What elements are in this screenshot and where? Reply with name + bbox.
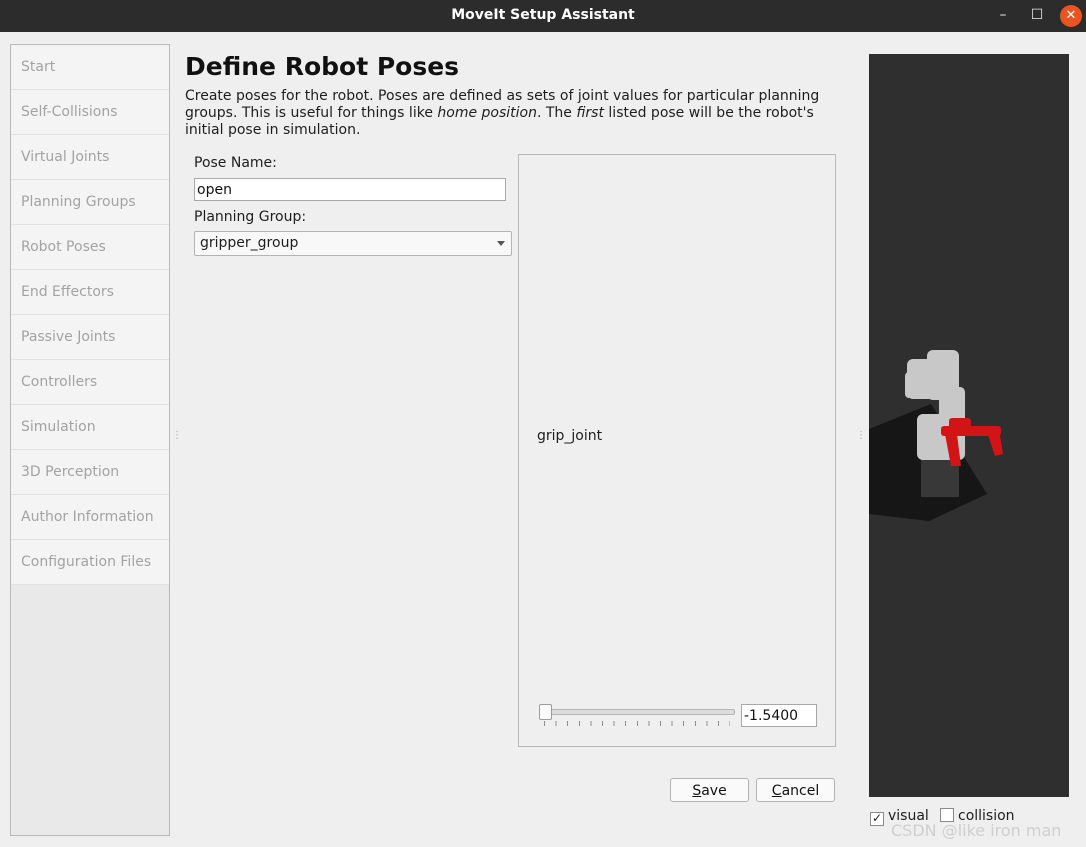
description-emphasis-first: first	[576, 105, 604, 121]
sidebar-item-passive-joints[interactable]: Passive Joints	[11, 315, 169, 360]
chevron-down-icon	[497, 241, 505, 246]
joint-sliders-panel: grip_joint	[518, 154, 836, 747]
joint-slider[interactable]	[539, 703, 735, 727]
slider-groove	[539, 709, 735, 715]
sidebar-item-configuration-files[interactable]: Configuration Files	[11, 540, 169, 585]
cancel-button-label: ancel	[781, 783, 820, 799]
sidebar-item-robot-poses[interactable]: Robot Poses	[11, 225, 169, 270]
watermark-text: CSDN @like iron man	[891, 821, 1062, 840]
sidebar-item-virtual-joints[interactable]: Virtual Joints	[11, 135, 169, 180]
save-button[interactable]: Save	[670, 778, 749, 802]
joint-name-label: grip_joint	[537, 428, 603, 444]
cancel-button-mnemonic: C	[771, 783, 782, 799]
planning-group-select[interactable]: gripper_group	[194, 231, 512, 256]
sidebar-item-planning-groups[interactable]: Planning Groups	[11, 180, 169, 225]
window-title: MoveIt Setup Assistant	[451, 7, 635, 23]
pose-name-input[interactable]	[194, 178, 506, 201]
sidebar-item-author-information[interactable]: Author Information	[11, 495, 169, 540]
right-splitter-handle[interactable]: ⋮	[856, 431, 866, 448]
checkbox-icon[interactable]: ✓	[870, 812, 884, 826]
checkbox-icon[interactable]	[940, 808, 954, 822]
page-description: Create poses for the robot. Poses are de…	[185, 88, 835, 139]
pose-name-label: Pose Name:	[194, 155, 277, 171]
slider-handle[interactable]	[539, 704, 552, 720]
planning-group-value: gripper_group	[200, 235, 299, 251]
description-emphasis-home: home position	[437, 105, 537, 121]
sidebar-nav: Start Self-Collisions Virtual Joints Pla…	[10, 44, 170, 836]
minimize-icon[interactable]: –	[990, 0, 1016, 32]
sidebar-item-controllers[interactable]: Controllers	[11, 360, 169, 405]
sidebar-item-self-collisions[interactable]: Self-Collisions	[11, 90, 169, 135]
description-text: . The	[536, 105, 577, 121]
sidebar-item-start[interactable]: Start	[11, 45, 169, 90]
planning-group-label: Planning Group:	[194, 209, 307, 225]
window-titlebar: MoveIt Setup Assistant – ☐ ✕	[0, 0, 1086, 32]
cancel-button[interactable]: Cancel	[756, 778, 835, 802]
left-splitter-handle[interactable]: ⋮	[172, 431, 182, 448]
save-button-label: ave	[701, 783, 727, 799]
slider-ticks	[544, 721, 730, 726]
close-icon[interactable]: ✕	[1060, 5, 1082, 27]
sidebar-item-simulation[interactable]: Simulation	[11, 405, 169, 450]
save-button-mnemonic: S	[692, 783, 702, 799]
sidebar-item-end-effectors[interactable]: End Effectors	[11, 270, 169, 315]
robot-model-render	[869, 350, 1003, 521]
robot-3d-view[interactable]	[869, 54, 1069, 797]
sidebar-item-3d-perception[interactable]: 3D Perception	[11, 450, 169, 495]
robot-gripper	[941, 418, 1003, 466]
maximize-icon[interactable]: ☐	[1024, 0, 1050, 32]
joint-value-input[interactable]	[741, 704, 817, 727]
page-title: Define Robot Poses	[185, 52, 460, 81]
